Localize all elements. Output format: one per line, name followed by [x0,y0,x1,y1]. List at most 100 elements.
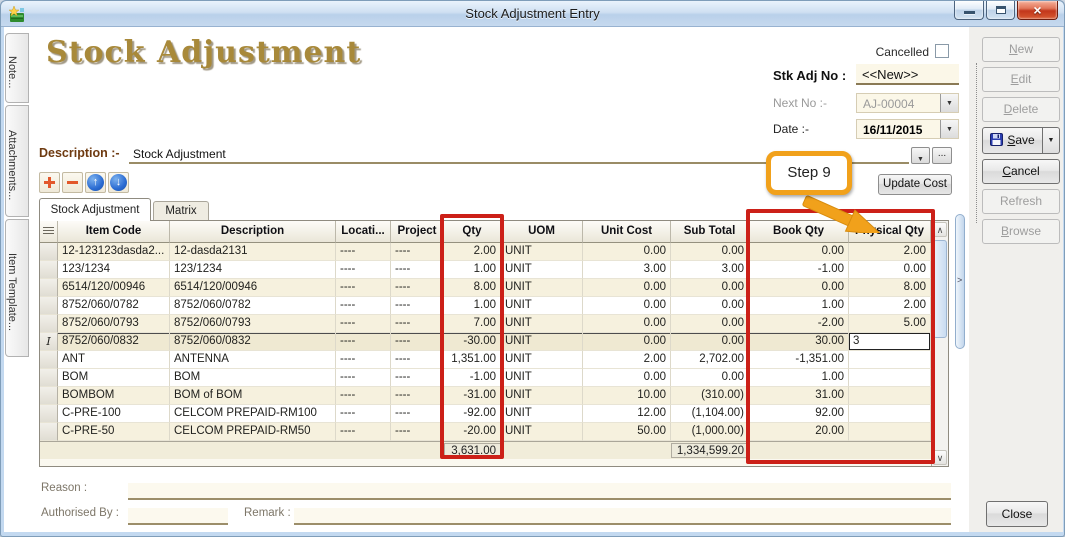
cell-description[interactable]: 8752/060/0832 [170,333,336,351]
cell-unit-cost[interactable]: 0.00 [583,315,671,333]
cell-project[interactable]: ---- [391,243,444,261]
cell-unit-cost[interactable]: 0.00 [583,297,671,315]
grid-row[interactable]: I8752/060/08328752/060/0832---------30.0… [40,333,931,351]
minimize-button[interactable] [954,1,984,20]
cell-qty[interactable]: -30.00 [444,333,501,351]
cell-book-qty[interactable]: 92.00 [749,405,849,423]
cell-sub-total[interactable]: 0.00 [671,279,749,297]
description-browse-button[interactable]: ... [932,147,952,164]
cell-uom[interactable]: UNIT [501,405,583,423]
save-menu-button[interactable]: ▼ [1043,127,1060,154]
cell-physical-qty[interactable] [849,387,931,405]
cell-physical-qty[interactable]: 2.00 [849,243,931,261]
cell-unit-cost[interactable]: 10.00 [583,387,671,405]
cell-uom[interactable]: UNIT [501,315,583,333]
cell-book-qty[interactable]: -2.00 [749,315,849,333]
cell-sub-total[interactable]: (1,104.00) [671,405,749,423]
add-row-button[interactable] [39,172,60,193]
cell-book-qty[interactable]: -1,351.00 [749,351,849,369]
cell-physical-qty[interactable]: 0.00 [849,261,931,279]
cell-item-code[interactable]: BOMBOM [58,387,170,405]
cell-qty[interactable]: -31.00 [444,387,501,405]
authorised-by-input[interactable] [128,508,228,525]
cell-location[interactable]: ---- [336,351,391,369]
cell-sub-total[interactable]: 0.00 [671,315,749,333]
cell-item-code[interactable]: 123/1234 [58,261,170,279]
cell-uom[interactable]: UNIT [501,261,583,279]
col-project[interactable]: Project [391,221,444,243]
cell-book-qty[interactable]: -1.00 [749,261,849,279]
update-cost-button[interactable]: Update Cost [878,174,952,195]
grid-scrollbar[interactable]: ∧ ∨ [931,221,948,466]
cell-uom[interactable]: UNIT [501,279,583,297]
cell-project[interactable]: ---- [391,351,444,369]
remark-input[interactable] [294,508,951,525]
cell-location[interactable]: ---- [336,423,391,441]
row-indicator[interactable] [40,423,58,441]
cell-unit-cost[interactable]: 0.00 [583,333,671,351]
description-dropdown-button[interactable]: ▼ [911,147,930,164]
cell-unit-cost[interactable]: 12.00 [583,405,671,423]
cell-book-qty[interactable]: 0.00 [749,243,849,261]
cell-project[interactable]: ---- [391,387,444,405]
date-dropdown-button[interactable]: ▼ [940,120,958,138]
cell-project[interactable]: ---- [391,369,444,387]
cell-item-code[interactable]: C-PRE-50 [58,423,170,441]
cell-book-qty[interactable]: 1.00 [749,369,849,387]
cell-unit-cost[interactable]: 3.00 [583,261,671,279]
cancel-button[interactable]: Cancel [982,159,1060,184]
grid-row[interactable]: ANTANTENNA--------1,351.00UNIT2.002,702.… [40,351,931,369]
col-description[interactable]: Description [170,221,336,243]
cell-item-code[interactable]: C-PRE-100 [58,405,170,423]
cell-unit-cost[interactable]: 2.00 [583,351,671,369]
cell-qty[interactable]: -92.00 [444,405,501,423]
cell-description[interactable]: ANTENNA [170,351,336,369]
cell-sub-total[interactable]: 2,702.00 [671,351,749,369]
row-indicator[interactable] [40,279,58,297]
cell-project[interactable]: ---- [391,279,444,297]
row-indicator[interactable] [40,387,58,405]
cell-unit-cost[interactable]: 0.00 [583,369,671,387]
cell-project[interactable]: ---- [391,423,444,441]
row-indicator[interactable] [40,369,58,387]
cell-uom[interactable]: UNIT [501,333,583,351]
cell-physical-qty[interactable] [849,369,931,387]
scroll-down-icon[interactable]: ∨ [933,450,947,465]
cell-physical-qty[interactable]: 8.00 [849,279,931,297]
close-button[interactable]: Close [986,501,1048,527]
grid-row[interactable]: C-PRE-100CELCOM PREPAID-RM100---------92… [40,405,931,423]
cell-location[interactable]: ---- [336,405,391,423]
cell-sub-total[interactable]: 0.00 [671,243,749,261]
cell-location[interactable]: ---- [336,333,391,351]
cell-item-code[interactable]: ANT [58,351,170,369]
cell-uom[interactable]: UNIT [501,387,583,405]
cell-uom[interactable]: UNIT [501,351,583,369]
row-indicator[interactable] [40,261,58,279]
cell-project[interactable]: ---- [391,405,444,423]
cell-qty[interactable]: 1.00 [444,297,501,315]
cell-location[interactable]: ---- [336,279,391,297]
scroll-up-icon[interactable]: ∧ [933,222,947,237]
cell-project[interactable]: ---- [391,261,444,279]
col-location[interactable]: Locati... [336,221,391,243]
cell-uom[interactable]: UNIT [501,423,583,441]
cell-item-code[interactable]: 6514/120/00946 [58,279,170,297]
cell-item-code[interactable]: 8752/060/0782 [58,297,170,315]
cell-description[interactable]: 12-dasda2131 [170,243,336,261]
cell-physical-qty[interactable]: 5.00 [849,315,931,333]
cell-qty[interactable]: 2.00 [444,243,501,261]
description-input[interactable]: Stock Adjustment [133,147,226,161]
cell-sub-total[interactable]: 0.00 [671,333,749,351]
row-indicator[interactable] [40,351,58,369]
cell-unit-cost[interactable]: 0.00 [583,243,671,261]
sidebar-tab-note[interactable]: Note... [5,33,29,103]
cell-physical-qty[interactable]: 2.00 [849,297,931,315]
col-unit-cost[interactable]: Unit Cost [583,221,671,243]
row-indicator[interactable] [40,315,58,333]
col-physical-qty[interactable]: Physical Qty [849,221,931,243]
grid-row[interactable]: C-PRE-50CELCOM PREPAID-RM50---------20.0… [40,423,931,441]
cell-qty[interactable]: 1,351.00 [444,351,501,369]
cell-description[interactable]: 8752/060/0782 [170,297,336,315]
grid-row[interactable]: 123/1234123/1234--------1.00UNIT3.003.00… [40,261,931,279]
save-button[interactable]: Save [982,127,1043,154]
